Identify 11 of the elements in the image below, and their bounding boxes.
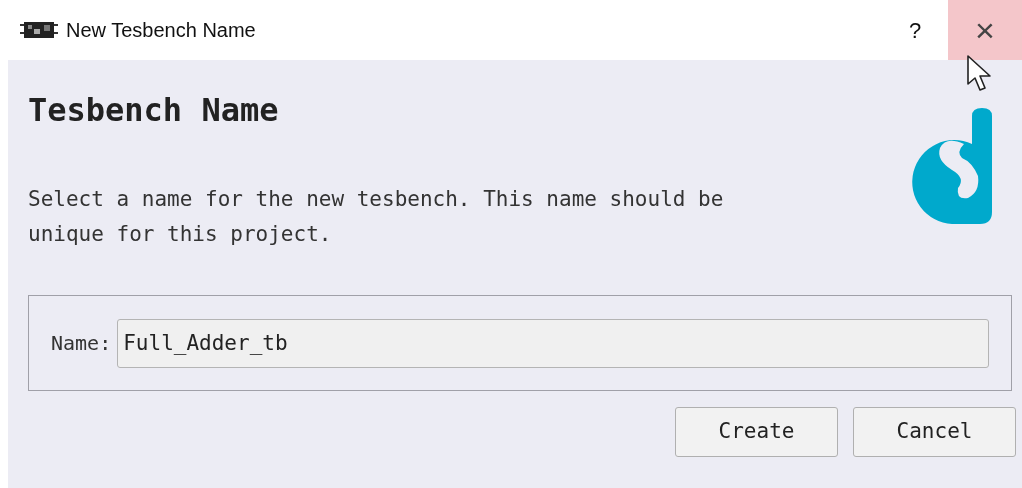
- name-label: Name:: [51, 330, 112, 357]
- dialog-button[interactable]: Cancel: [853, 407, 1016, 457]
- description-text: Select a name for the new tesbench. This name should be unique for this project.: [28, 186, 725, 248]
- app-icon: [20, 20, 58, 40]
- name-input[interactable]: Full_Adder_tb: [117, 318, 989, 368]
- mouse-cursor-icon: [966, 54, 994, 94]
- window-title: New Tesbench Name: [66, 18, 256, 43]
- dialog-button[interactable]: Create: [675, 407, 838, 457]
- help-button[interactable]: ?: [892, 0, 938, 60]
- close-button[interactable]: ×: [948, 0, 1022, 60]
- dialog-heading: Tesbench Name: [28, 90, 280, 130]
